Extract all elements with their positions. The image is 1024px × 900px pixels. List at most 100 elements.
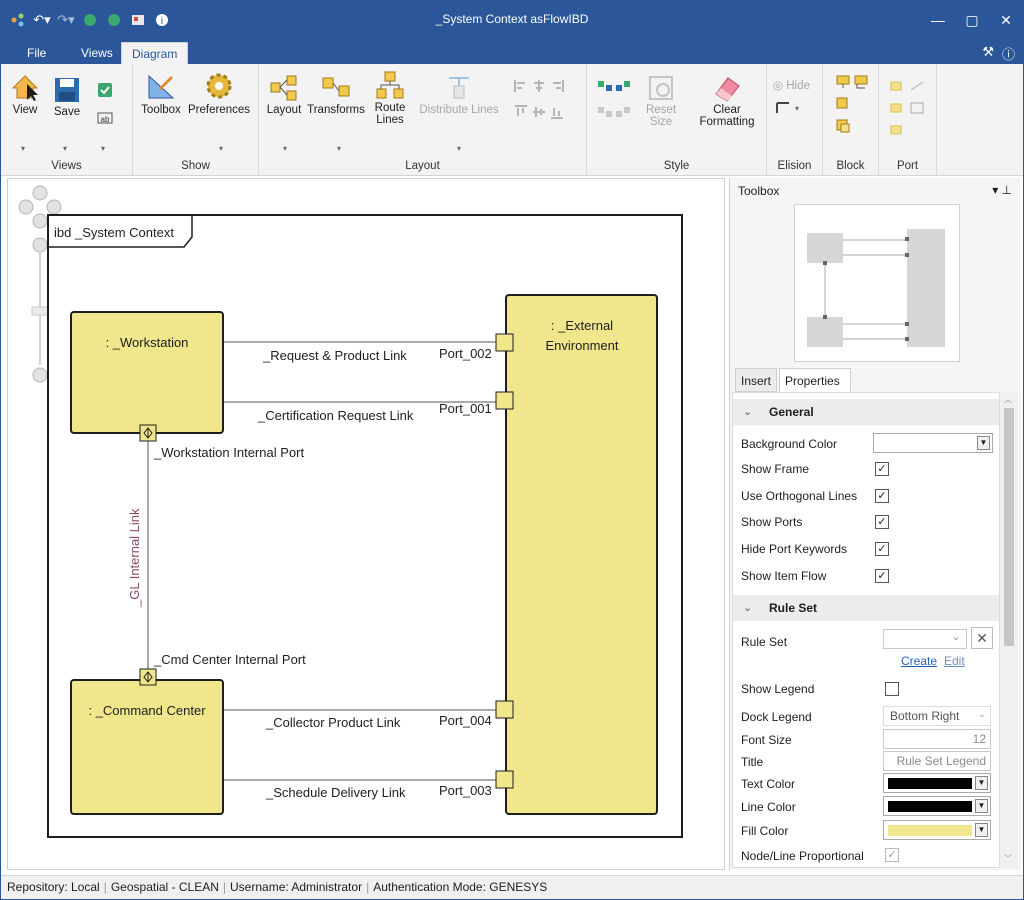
views-more-icon[interactable]: ▾ — [101, 144, 105, 153]
scroll-up-icon[interactable]: ︿ — [1004, 394, 1012, 405]
preferences-button[interactable]: Preferences — [187, 70, 251, 116]
transforms-button[interactable]: Transforms — [307, 74, 365, 116]
rule-set-select[interactable]: ⌄ — [883, 629, 967, 649]
collapse-rule-set-icon[interactable]: ⌄ — [743, 601, 752, 614]
pin-icon[interactable]: ▾ ⊥ — [992, 183, 1012, 197]
route-lines-button[interactable]: Route Lines — [369, 70, 411, 126]
port-003[interactable] — [495, 770, 514, 789]
show-frame-checkbox[interactable]: ✓ — [875, 462, 889, 476]
style-paste-icon[interactable] — [615, 104, 631, 120]
align-top-icon[interactable] — [513, 104, 529, 120]
port-001[interactable] — [495, 391, 514, 410]
show-ports-checkbox[interactable]: ✓ — [875, 515, 889, 529]
command-center-block[interactable] — [70, 679, 224, 815]
legend-title-input[interactable]: Rule Set Legend — [883, 751, 991, 771]
port-direction-icon[interactable] — [889, 100, 905, 116]
elision-dropdown-icon[interactable]: ▾ — [795, 104, 799, 113]
dock-legend-value: Bottom Right — [890, 709, 960, 723]
port-proxy-icon[interactable] — [889, 122, 905, 138]
minimize-icon[interactable]: — — [921, 1, 955, 39]
edit-rule-set-link[interactable]: Edit — [944, 654, 965, 668]
help-icon[interactable]: ⓘ — [1002, 44, 1015, 63]
block-add-icon[interactable] — [835, 74, 851, 90]
tab-file[interactable]: File — [17, 42, 56, 64]
section-rule-set[interactable]: ⌄ Rule Set — [733, 595, 999, 621]
create-rule-set-link[interactable]: Create — [901, 654, 937, 668]
node-line-proportional-checkbox[interactable]: ✓ — [885, 848, 899, 862]
workstation-internal-port[interactable] — [139, 424, 157, 442]
collapse-general-icon[interactable]: ⌄ — [743, 405, 752, 418]
block-nested-icon[interactable] — [835, 118, 851, 134]
distribute-dropdown-icon[interactable]: ▾ — [457, 144, 461, 153]
section-general[interactable]: ⌄ General — [733, 399, 999, 425]
layout-dropdown-icon[interactable]: ▾ — [283, 144, 287, 153]
distribute-lines-button[interactable]: Distribute Lines — [415, 74, 503, 116]
tab-properties[interactable]: Properties — [779, 368, 851, 392]
tools-icon[interactable]: ⚒ — [982, 44, 994, 63]
port-002[interactable] — [495, 333, 514, 352]
clear-formatting-button[interactable]: Clear Formatting — [695, 74, 759, 128]
diagram-overview[interactable] — [794, 204, 960, 362]
style-copy-icon[interactable] — [597, 104, 613, 120]
chevron-down-icon[interactable]: ▼ — [975, 799, 988, 813]
check-status-icon[interactable] — [97, 82, 113, 98]
cmd-center-internal-port[interactable] — [139, 668, 157, 686]
align-middle-icon[interactable] — [531, 104, 547, 120]
chevron-down-icon[interactable]: ▼ — [977, 436, 990, 450]
scrollbar-thumb[interactable] — [1004, 408, 1014, 646]
save-dropdown-icon[interactable]: ▾ — [63, 144, 67, 153]
chevron-down-icon[interactable]: ▼ — [975, 776, 988, 790]
status-project: Geospatial - CLEAN — [110, 880, 219, 894]
properties-scrollbar[interactable]: ︿ ﹀ — [1000, 392, 1018, 868]
layout-button[interactable]: Layout — [263, 74, 305, 116]
tab-views[interactable]: Views — [71, 42, 123, 64]
text-color-select[interactable]: ▼ — [883, 773, 991, 793]
elision-style-icon[interactable] — [775, 100, 791, 116]
port-label-icon[interactable] — [909, 100, 925, 116]
fill-color-select[interactable]: ▼ — [883, 820, 991, 840]
tab-insert[interactable]: Insert — [735, 368, 777, 392]
transforms-dropdown-icon[interactable]: ▾ — [337, 144, 341, 153]
tab-diagram[interactable]: Diagram — [121, 42, 189, 64]
style-line-icon[interactable] — [615, 78, 631, 94]
hide-button[interactable]: ◎ Hide — [773, 78, 819, 92]
align-center-icon[interactable] — [531, 78, 547, 94]
group-label-port: Port — [896, 160, 919, 172]
dock-legend-select[interactable]: Bottom Right ⌄ — [883, 706, 991, 726]
line-color-select[interactable]: ▼ — [883, 796, 991, 816]
route-lines-icon — [376, 71, 404, 99]
chevron-down-icon[interactable]: ⌄ — [978, 709, 986, 720]
close-icon[interactable]: ✕ — [989, 1, 1023, 39]
port-flow-icon[interactable] — [909, 78, 925, 94]
scroll-down-icon[interactable]: ﹀ — [1004, 853, 1012, 864]
show-item-flow-checkbox[interactable]: ✓ — [875, 569, 889, 583]
hide-port-keywords-checkbox[interactable]: ✓ — [875, 542, 889, 556]
port-004[interactable] — [495, 700, 514, 719]
chevron-down-icon[interactable]: ▼ — [975, 823, 988, 837]
align-bottom-icon[interactable] — [549, 104, 565, 120]
workstation-block[interactable] — [70, 311, 224, 434]
save-button[interactable]: Save — [51, 76, 83, 118]
toolbox-button[interactable]: Toolbox — [139, 70, 183, 116]
clear-rule-set-icon[interactable]: ✕ — [971, 627, 993, 649]
font-size-input[interactable]: 12 — [883, 729, 991, 749]
use-orthogonal-lines-checkbox[interactable]: ✓ — [875, 489, 889, 503]
view-button[interactable]: View — [7, 70, 43, 116]
maximize-icon[interactable]: ▢ — [955, 1, 989, 39]
port-add-icon[interactable] — [889, 78, 905, 94]
diagram-canvas[interactable]: ibd _System Context : _Workstation : _Co… — [7, 178, 725, 870]
align-left-icon[interactable] — [513, 78, 529, 94]
style-fill-icon[interactable] — [597, 78, 613, 94]
chevron-down-icon[interactable]: ⌄ — [952, 632, 960, 643]
toolbox-icon — [148, 74, 175, 99]
external-environment-block[interactable] — [505, 294, 658, 815]
view-dropdown-icon[interactable]: ▾ — [21, 144, 25, 153]
block-link-icon[interactable] — [853, 74, 869, 90]
preferences-dropdown-icon[interactable]: ▾ — [219, 144, 223, 153]
reset-size-button[interactable]: Reset Size — [641, 74, 681, 128]
find-icon[interactable]: ab — [97, 110, 113, 126]
show-legend-checkbox[interactable] — [885, 682, 899, 696]
align-right-icon[interactable] — [549, 78, 565, 94]
block-part-icon[interactable] — [835, 96, 851, 112]
background-color-select[interactable]: ▼ — [873, 433, 993, 453]
